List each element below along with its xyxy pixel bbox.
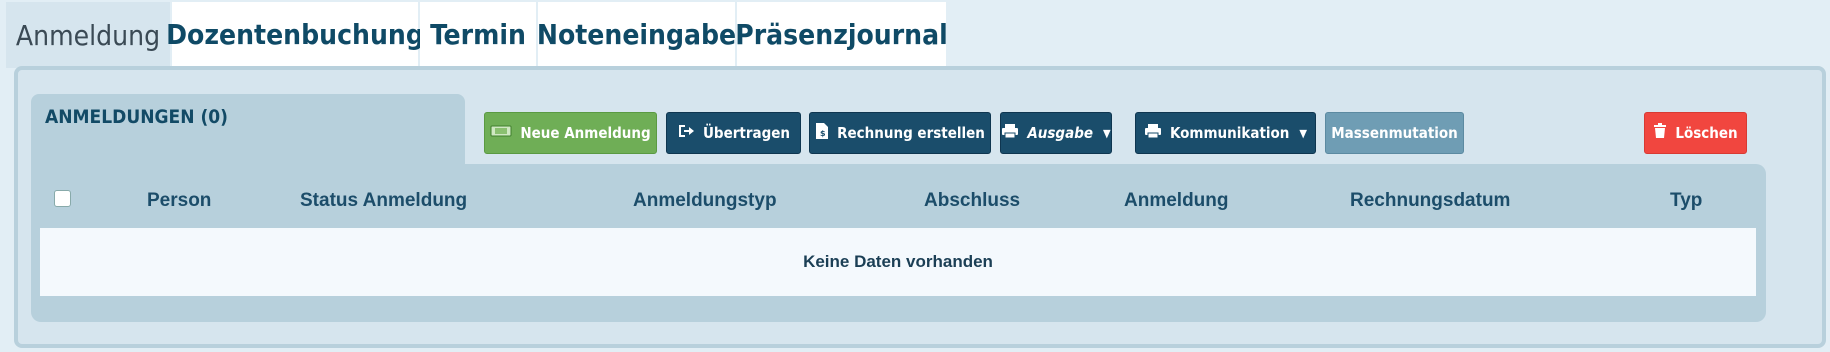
tab-noteneingabe[interactable]: Noteneingabe	[537, 2, 736, 66]
ticket-icon	[490, 124, 512, 142]
column-header-kind[interactable]: Typ	[1670, 190, 1702, 212]
tab-anmeldung[interactable]: Anmeldung	[6, 2, 170, 68]
section-title: ANMELDUNGEN (0)	[45, 106, 228, 128]
invoice-icon: $	[815, 122, 829, 144]
chevron-down-icon: ▼	[1103, 126, 1111, 140]
tab-praesenzjournal[interactable]: Präsenzjournal	[735, 2, 948, 66]
communication-dropdown-button[interactable]: Kommunikation ▼	[1135, 112, 1316, 154]
column-header-type[interactable]: Anmeldungstyp	[633, 190, 777, 212]
tab-termin[interactable]: Termin	[420, 2, 536, 66]
delete-button[interactable]: Löschen	[1644, 112, 1747, 154]
trash-icon	[1653, 123, 1667, 143]
printer-icon	[1144, 123, 1162, 143]
new-registration-button[interactable]: Neue Anmeldung	[484, 112, 657, 154]
delete-label: Löschen	[1675, 124, 1738, 142]
svg-text:$: $	[820, 129, 826, 138]
output-dropdown-button[interactable]: Ausgabe ▼	[1000, 112, 1112, 154]
column-header-status[interactable]: Status Anmeldung	[300, 190, 467, 212]
column-header-invoice-date[interactable]: Rechnungsdatum	[1350, 190, 1510, 212]
section-tab: ANMELDUNGEN (0)	[31, 94, 465, 164]
grid-body: Keine Daten vorhanden	[40, 228, 1756, 296]
column-header-graduation[interactable]: Abschluss	[924, 190, 1020, 212]
select-all-checkbox[interactable]	[54, 190, 71, 207]
tab-dozentenbuchung[interactable]: Dozentenbuchung	[166, 2, 424, 66]
main-tabbar: Anmeldung Dozentenbuchung Termin Notenei…	[6, 2, 948, 68]
mass-mutation-label: Massenmutation	[1331, 124, 1458, 142]
chevron-down-icon: ▼	[1299, 126, 1308, 140]
output-label: Ausgabe	[1027, 124, 1094, 142]
new-registration-label: Neue Anmeldung	[520, 124, 651, 142]
empty-state-text: Keine Daten vorhanden	[803, 252, 993, 271]
column-header-person[interactable]: Person	[147, 190, 211, 212]
communication-label: Kommunikation	[1169, 124, 1290, 142]
column-header-registration[interactable]: Anmeldung	[1124, 190, 1229, 212]
printer-icon	[1001, 123, 1019, 143]
transfer-label: Übertragen	[702, 124, 791, 142]
mass-mutation-button[interactable]: Massenmutation	[1325, 112, 1464, 154]
create-invoice-label: Rechnung erstellen	[837, 124, 985, 142]
grid-header: Person Status Anmeldung Anmeldungstyp Ab…	[40, 176, 1756, 228]
create-invoice-button[interactable]: $ Rechnung erstellen	[809, 112, 991, 154]
sign-out-icon	[677, 123, 695, 143]
transfer-button[interactable]: Übertragen	[666, 112, 801, 154]
